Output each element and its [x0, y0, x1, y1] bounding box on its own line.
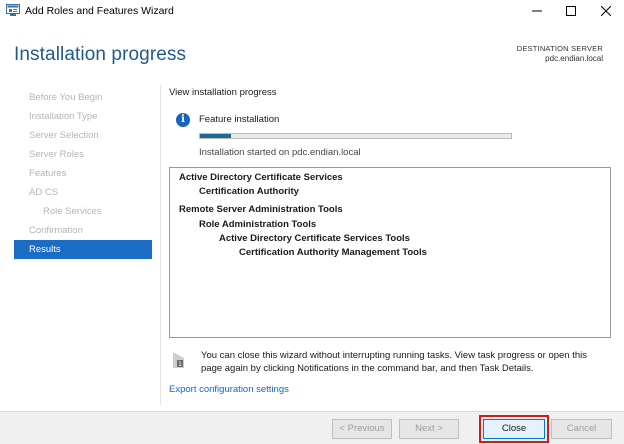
nav-item-ad-cs: AD CS	[29, 187, 59, 198]
export-configuration-link[interactable]: Export configuration settings	[169, 384, 289, 395]
minimize-button[interactable]	[519, 0, 555, 22]
page-title: Installation progress	[14, 44, 187, 65]
result-item: Role Administration Tools	[199, 219, 317, 230]
result-item: Active Directory Certificate Services	[179, 172, 343, 183]
close-icon	[601, 6, 611, 16]
nav-item-server-roles: Server Roles	[29, 149, 84, 160]
next-button[interactable]: Next >	[399, 419, 459, 439]
info-icon: i	[176, 113, 190, 127]
close-button-highlight	[479, 415, 549, 443]
installation-progress-bar	[199, 133, 512, 139]
result-item: Certification Authority Management Tools	[239, 247, 427, 258]
window-title: Add Roles and Features Wizard	[25, 5, 174, 17]
server-manager-icon	[6, 4, 20, 16]
close-window-button[interactable]	[588, 0, 624, 22]
nav-divider	[160, 85, 161, 405]
installation-started-label: Installation started on pdc.endian.local	[199, 147, 361, 158]
view-progress-label: View installation progress	[169, 87, 277, 98]
nav-item-confirmation: Confirmation	[29, 225, 83, 236]
notification-flag-icon: 1	[172, 350, 186, 369]
result-item: Active Directory Certificate Services To…	[219, 233, 410, 244]
close-wizard-note: You can close this wizard without interr…	[201, 350, 588, 374]
result-item: Certification Authority	[199, 186, 299, 197]
title-bar: Add Roles and Features Wizard	[0, 0, 624, 22]
results-list[interactable]: Active Directory Certificate Services Ce…	[169, 167, 611, 338]
maximize-icon	[566, 6, 576, 16]
nav-item-server-selection: Server Selection	[29, 130, 99, 141]
nav-item-features: Features	[29, 168, 67, 179]
nav-item-before-you-begin: Before You Begin	[29, 92, 103, 103]
maximize-button[interactable]	[553, 0, 589, 22]
svg-text:1: 1	[178, 361, 182, 368]
result-item: Remote Server Administration Tools	[179, 204, 343, 215]
minimize-icon	[532, 10, 542, 12]
destination-server-value: pdc.endian.local	[545, 54, 603, 63]
nav-item-role-services: Role Services	[43, 206, 102, 217]
cancel-button[interactable]: Cancel	[551, 419, 612, 439]
feature-installation-label: Feature installation	[199, 114, 280, 125]
destination-server-label: DESTINATION SERVER	[516, 44, 603, 53]
previous-button[interactable]: < Previous	[332, 419, 392, 439]
nav-item-installation-type: Installation Type	[29, 111, 98, 122]
nav-item-results[interactable]: Results	[14, 240, 152, 259]
progress-fill	[200, 134, 232, 138]
